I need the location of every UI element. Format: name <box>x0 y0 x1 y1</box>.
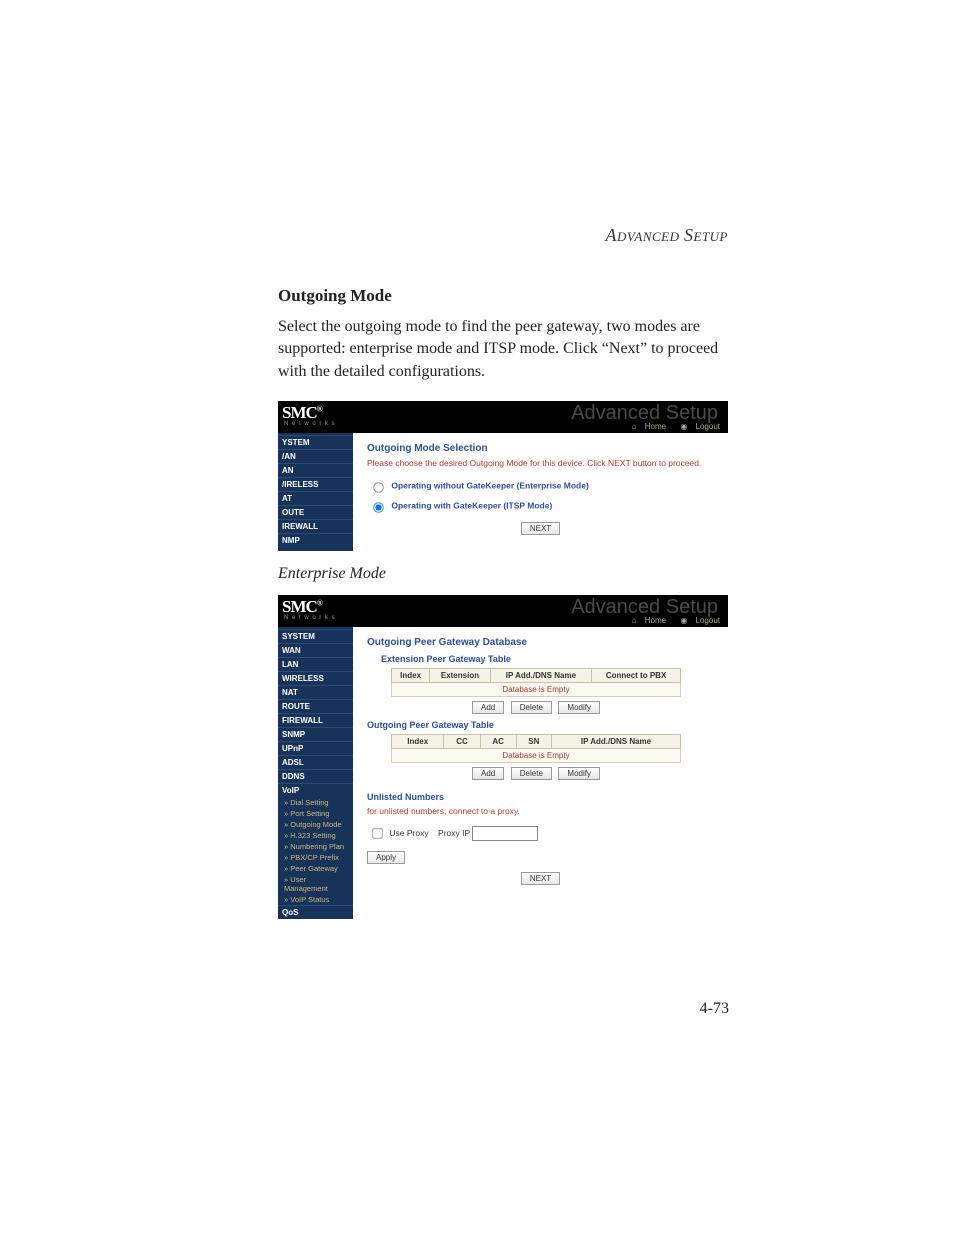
add-button[interactable]: Add <box>472 701 504 714</box>
th-sn: SN <box>516 735 551 749</box>
sidebar-item-voip[interactable]: VoIP <box>278 783 353 797</box>
sidebar-item-ddns[interactable]: DDNS <box>278 769 353 783</box>
sidebar-sub-port-setting[interactable]: » Port Setting <box>278 808 353 819</box>
th-index: Index <box>392 735 444 749</box>
sidebar-item[interactable]: NMP <box>278 533 353 547</box>
outgoing-mode-selection-desc: Please choose the desired Outgoing Mode … <box>367 458 714 468</box>
page-header: ADVANCED SETUP <box>278 225 728 246</box>
sidebar-item[interactable]: /IRELESS <box>278 477 353 491</box>
radio-enterprise-label: Operating without GateKeeper (Enterprise… <box>391 480 588 490</box>
sidebar-nav: YSTEM /AN AN /IRELESS AT OUTE IREWALL NM… <box>278 433 353 551</box>
next-button[interactable]: NEXT <box>521 872 560 885</box>
sidebar-item[interactable]: AT <box>278 491 353 505</box>
sidebar-item[interactable]: OUTE <box>278 505 353 519</box>
screenshot-outgoing-mode-selection: SMC® N e t w o r k s Advanced Setup ⌂ Ho… <box>278 401 728 551</box>
logout-link[interactable]: ◉ Logout <box>674 422 720 431</box>
add-button[interactable]: Add <box>472 767 504 780</box>
sidebar-item-lan[interactable]: LAN <box>278 657 353 671</box>
th-index: Index <box>392 669 430 683</box>
th-ip-dns: IP Add./DNS Name <box>490 669 591 683</box>
radio-enterprise-input[interactable] <box>373 482 383 492</box>
body-text: Select the outgoing mode to find the pee… <box>278 316 728 383</box>
page-number: 4-73 <box>700 1000 729 1018</box>
outgoing-peer-gateway-table: Index CC AC SN IP Add./DNS Name Database… <box>391 734 681 763</box>
peer-gateway-db-title: Outgoing Peer Gateway Database <box>367 637 714 648</box>
apply-button[interactable]: Apply <box>367 851 405 864</box>
empty-msg: Database is Empty <box>392 749 681 763</box>
th-ip-dns: IP Add./DNS Name <box>552 735 681 749</box>
home-link[interactable]: ⌂ Home <box>626 422 666 431</box>
router-header: SMC® N e t w o r k s Advanced Setup ⌂ Ho… <box>278 595 728 627</box>
sidebar-item[interactable]: IREWALL <box>278 519 353 533</box>
sidebar-item-wan[interactable]: WAN <box>278 643 353 657</box>
radio-itsp-mode[interactable]: Operating with GateKeeper (ITSP Mode) <box>367 498 714 514</box>
content-pane: Outgoing Mode Selection Please choose th… <box>353 433 728 551</box>
logo-networks: N e t w o r k s <box>284 421 336 427</box>
sidebar-sub-user-management[interactable]: » User Management <box>278 874 353 894</box>
sidebar-sub-numbering-plan[interactable]: » Numbering Plan <box>278 841 353 852</box>
use-proxy-checkbox[interactable] <box>372 828 382 838</box>
sidebar-item-route[interactable]: ROUTE <box>278 699 353 713</box>
sidebar-item-wireless[interactable]: WIRELESS <box>278 671 353 685</box>
logo-smc: SMC® <box>282 597 322 617</box>
enterprise-mode-subtitle: Enterprise Mode <box>278 565 728 583</box>
extension-table-title: Extension Peer Gateway Table <box>381 654 714 664</box>
logo-networks: N e t w o r k s <box>284 615 336 621</box>
logout-icon: ◉ <box>680 422 687 431</box>
home-link[interactable]: ⌂ Home <box>626 616 666 625</box>
radio-itsp-label: Operating with GateKeeper (ITSP Mode) <box>391 500 552 510</box>
router-header: SMC® N e t w o r k s Advanced Setup ⌂ Ho… <box>278 401 728 433</box>
modify-button[interactable]: Modify <box>558 767 600 780</box>
proxy-row: Use Proxy Proxy IP <box>367 824 714 843</box>
screenshot-peer-gateway-database: SMC® N e t w o r k s Advanced Setup ⌂ Ho… <box>278 595 728 919</box>
extension-peer-gateway-table: Index Extension IP Add./DNS Name Connect… <box>391 668 681 697</box>
radio-enterprise-mode[interactable]: Operating without GateKeeper (Enterprise… <box>367 478 714 494</box>
header-links: ⌂ Home ◉ Logout <box>620 422 720 431</box>
outgoing-table-title: Outgoing Peer Gateway Table <box>367 720 714 730</box>
outgoing-mode-selection-title: Outgoing Mode Selection <box>367 443 714 454</box>
delete-button[interactable]: Delete <box>511 701 552 714</box>
sidebar-sub-outgoing-mode[interactable]: » Outgoing Mode <box>278 819 353 830</box>
sidebar-sub-peer-gateway[interactable]: » Peer Gateway <box>278 863 353 874</box>
th-cc: CC <box>444 735 480 749</box>
sidebar-item-snmp[interactable]: SNMP <box>278 727 353 741</box>
th-extension: Extension <box>430 669 490 683</box>
sidebar-item-upnp[interactable]: UPnP <box>278 741 353 755</box>
header-links: ⌂ Home ◉ Logout <box>620 616 720 625</box>
home-icon: ⌂ <box>632 616 637 625</box>
unlisted-numbers-title: Unlisted Numbers <box>367 792 714 802</box>
content-pane: Outgoing Peer Gateway Database Extension… <box>353 627 728 919</box>
radio-itsp-input[interactable] <box>373 502 383 512</box>
sidebar-sub-dial-setting[interactable]: » Dial Setting <box>278 797 353 808</box>
logout-icon: ◉ <box>680 616 687 625</box>
sidebar-item[interactable]: /AN <box>278 449 353 463</box>
logout-link[interactable]: ◉ Logout <box>674 616 720 625</box>
sidebar-item[interactable]: YSTEM <box>278 435 353 449</box>
sidebar-item-adsl[interactable]: ADSL <box>278 755 353 769</box>
modify-button[interactable]: Modify <box>558 701 600 714</box>
sidebar-item-firewall[interactable]: FIREWALL <box>278 713 353 727</box>
section-title: Outgoing Mode <box>278 286 728 306</box>
sidebar-item[interactable]: AN <box>278 463 353 477</box>
sidebar-item-qos[interactable]: QoS <box>278 905 353 919</box>
sidebar-item-nat[interactable]: NAT <box>278 685 353 699</box>
use-proxy-label: Use Proxy <box>389 828 428 838</box>
sidebar-sub-h323-setting[interactable]: » H.323 Setting <box>278 830 353 841</box>
th-ac: AC <box>480 735 516 749</box>
proxy-ip-input[interactable] <box>472 826 538 841</box>
delete-button[interactable]: Delete <box>511 767 552 780</box>
sidebar-sub-voip-status[interactable]: » VoIP Status <box>278 894 353 905</box>
empty-msg: Database is Empty <box>392 683 681 697</box>
sidebar-nav: SYSTEM WAN LAN WIRELESS NAT ROUTE FIREWA… <box>278 627 353 919</box>
unlisted-numbers-desc: for unlisted numbers, connect to a proxy… <box>367 806 714 816</box>
home-icon: ⌂ <box>632 422 637 431</box>
sidebar-sub-pbx-cp-prefix[interactable]: » PBX/CP Prefix <box>278 852 353 863</box>
logo-smc: SMC® <box>282 403 322 423</box>
next-button[interactable]: NEXT <box>521 522 560 535</box>
sidebar-item-system[interactable]: SYSTEM <box>278 629 353 643</box>
proxy-ip-label: Proxy IP <box>438 828 470 838</box>
th-connect-pbx: Connect to PBX <box>592 669 681 683</box>
